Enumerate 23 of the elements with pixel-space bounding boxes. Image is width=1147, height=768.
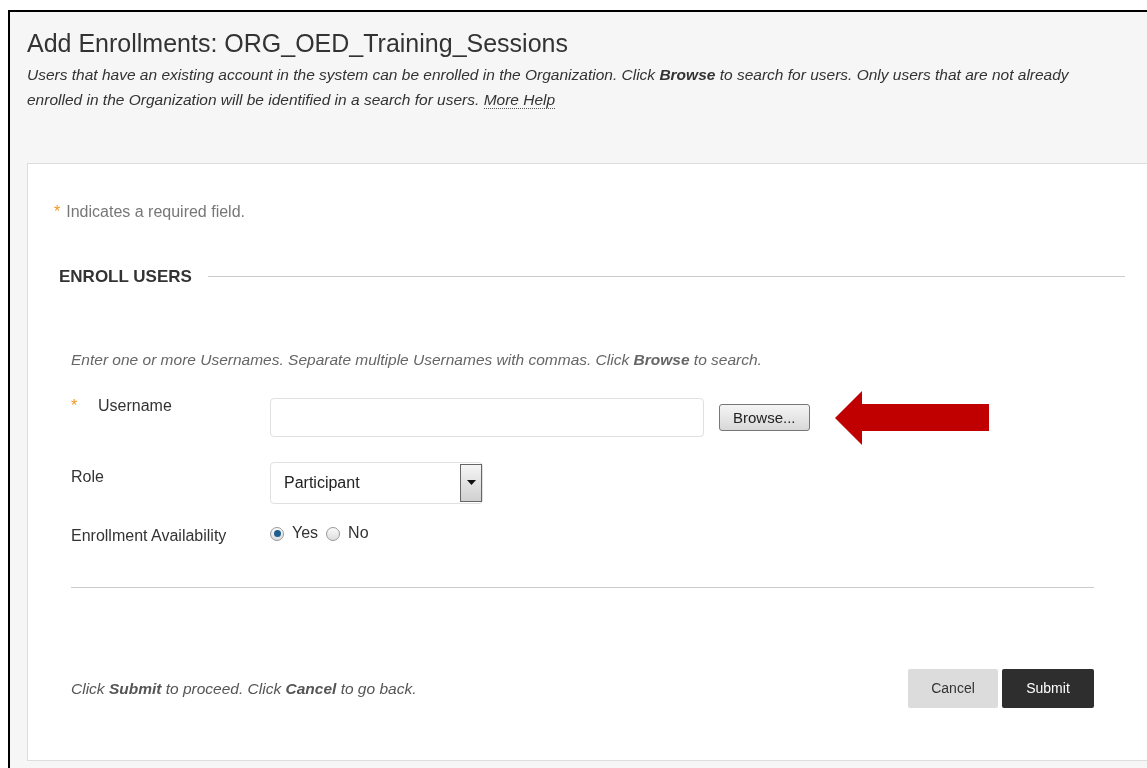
arrow-icon bbox=[834, 390, 989, 445]
page-description: Users that have an existing account in the system can be enrolled in the Organization. Click Browse to search for users. Only users that are not already enrolled in the Organization will be identified in a search for users. More Help bbox=[27, 65, 1070, 111]
radio-label: Yes bbox=[292, 522, 319, 543]
required-marker: * bbox=[71, 395, 79, 416]
more-help-link[interactable]: More Help bbox=[483, 91, 556, 109]
caret-icon bbox=[466, 480, 476, 486]
field-label: Username bbox=[98, 395, 172, 416]
radio-label: No bbox=[348, 522, 369, 543]
radio-button[interactable] bbox=[326, 526, 341, 541]
submit-button[interactable]: Submit bbox=[1002, 668, 1094, 708]
cancel-button[interactable]: Cancel bbox=[908, 668, 998, 708]
field-label: Enrollment Availability bbox=[71, 525, 227, 546]
username-field[interactable] bbox=[270, 398, 704, 438]
page-title: Add Enrollments: ORG_OED_Training_Sessions bbox=[27, 28, 569, 58]
required-note: Indicates a required field. bbox=[66, 202, 245, 222]
radio-button[interactable] bbox=[270, 526, 284, 541]
browse-button[interactable]: Browse... bbox=[719, 404, 810, 432]
required-marker: * bbox=[54, 202, 61, 222]
footer-hint: Click Submit to proceed. Click Cancel to go back. bbox=[71, 678, 417, 699]
section-title: ENROLL USERS bbox=[59, 266, 192, 288]
role-dropdown[interactable]: Participant bbox=[270, 461, 483, 504]
section-instructions: Enter one or more Usernames. Separate multiple Usernames with commas. Click Browse to search. bbox=[71, 349, 763, 370]
field-label: Role bbox=[71, 466, 104, 487]
